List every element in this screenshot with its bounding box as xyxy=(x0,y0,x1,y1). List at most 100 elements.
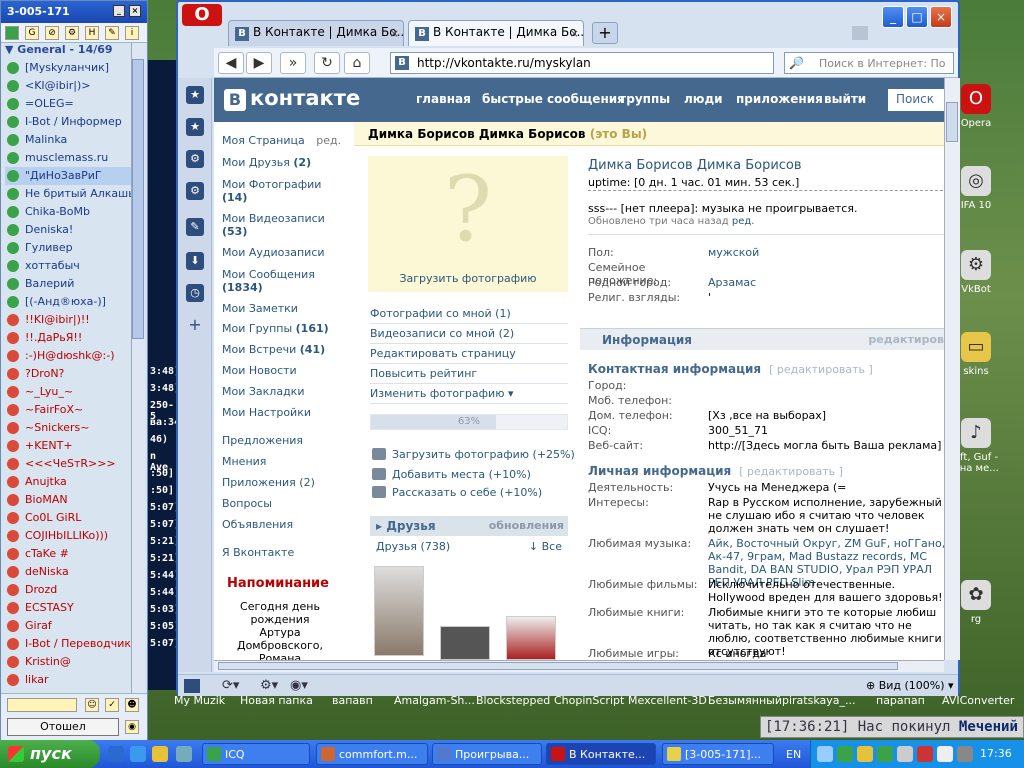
contact-item[interactable]: deNiska xyxy=(5,563,131,581)
bookmarks-icon[interactable]: ★ xyxy=(186,118,204,136)
menu-opinions[interactable]: Мнения xyxy=(222,455,266,468)
folder-icon[interactable] xyxy=(176,746,192,762)
menu-videos[interactable]: Мои Видеозаписи (53) xyxy=(222,212,325,238)
menu-about[interactable]: Я Вконтакте xyxy=(222,546,294,559)
contact-item[interactable]: COJIHbILLIKo))) xyxy=(5,527,131,545)
add-panel-icon[interactable]: + xyxy=(186,316,204,334)
search-input[interactable]: 🔎 Поиск в Интернет: По xyxy=(784,52,954,74)
widgets-icon[interactable]: ⚙ xyxy=(186,150,204,168)
notes-icon[interactable]: ✎ xyxy=(186,218,204,236)
reload-button[interactable]: ↻ xyxy=(314,52,340,74)
tray-icon[interactable] xyxy=(877,746,893,762)
language-indicator[interactable]: EN xyxy=(786,748,801,761)
contact-item[interactable]: Anujtka xyxy=(5,473,131,491)
nav-people[interactable]: люди xyxy=(684,92,723,106)
contact-item[interactable]: Гуливер xyxy=(5,239,131,257)
g-icon[interactable]: G xyxy=(25,26,39,40)
contact-item[interactable]: Kristin@ xyxy=(5,653,131,671)
check-icon[interactable]: ✓ xyxy=(105,698,119,712)
bonus-tell-about[interactable]: Рассказать о себе (+10%) xyxy=(370,486,542,499)
contact-item[interactable]: Chika-BoMb xyxy=(5,203,131,221)
contact-item[interactable]: [(-Анд®юха-)] xyxy=(5,293,131,311)
photos-with-me-link[interactable]: Фотографии со мной (1) xyxy=(370,304,568,324)
scrollbar-thumb[interactable] xyxy=(218,662,898,670)
scrollbar-thumb[interactable] xyxy=(946,102,958,142)
forward-button[interactable]: ▶ xyxy=(246,52,272,74)
menu-events[interactable]: Мои Встречи (41) xyxy=(222,343,325,356)
h-icon[interactable]: H xyxy=(85,26,99,40)
menu-friends[interactable]: Мои Друзья (2) xyxy=(222,156,311,169)
task-icq[interactable]: ICQ xyxy=(202,743,310,765)
contact-item[interactable]: likar xyxy=(5,671,131,689)
contact-item[interactable]: =OLEG= xyxy=(5,95,131,113)
address-bar[interactable]: Bhttp://vkontakte.ru/myskylan xyxy=(390,52,774,74)
contact-item[interactable]: Не бритый Алкашь xyxy=(5,185,131,203)
tab-vk-2[interactable]: BВ Контакте | Димка Бо... × xyxy=(408,20,584,46)
vk-search-field[interactable]: Поиск xyxy=(888,89,944,111)
contact-item[interactable]: ECSTASY xyxy=(5,599,131,617)
tray-icon[interactable] xyxy=(957,746,973,762)
nav-apps[interactable]: приложения xyxy=(736,92,823,106)
ie-icon[interactable] xyxy=(130,746,146,762)
menu-bookmarks[interactable]: Мои Закладки xyxy=(222,385,304,398)
minimize-button[interactable]: _ xyxy=(113,5,125,17)
field-value[interactable]: Арзамас xyxy=(708,276,944,289)
personal-edit-link[interactable]: [ редактировать ] xyxy=(739,465,843,478)
status-button[interactable]: Отошел xyxy=(7,718,119,736)
tray-icon[interactable] xyxy=(817,746,833,762)
contact-item[interactable]: +KENT+ xyxy=(5,437,131,455)
zoom-control[interactable]: ⊕ Вид (100%) ▾ xyxy=(866,679,954,692)
opera-menu-button[interactable]: O xyxy=(182,4,222,26)
contact-item[interactable]: ~_Lyu_~ xyxy=(5,383,131,401)
panel-toggle-icon[interactable] xyxy=(184,679,200,693)
upload-photo-link[interactable]: Загрузить фотографию xyxy=(368,272,568,285)
back-button[interactable]: ◀ xyxy=(218,52,244,74)
friends-updates-link[interactable]: обновления xyxy=(489,519,564,532)
tray-icon[interactable] xyxy=(897,746,913,762)
page-vertical-scrollbar[interactable] xyxy=(944,78,960,660)
friends-all-link[interactable]: ↓ Все xyxy=(529,540,562,553)
block-icon[interactable]: ⊘ xyxy=(45,26,59,40)
raise-rating-link[interactable]: Повысить рейтинг xyxy=(370,364,568,384)
contact-item[interactable]: Drozd xyxy=(5,581,131,599)
status-icon[interactable] xyxy=(5,26,19,40)
contact-item[interactable]: ~Snickers~ xyxy=(5,419,131,437)
close-icon[interactable]: × xyxy=(570,27,579,40)
eye-icon[interactable]: ◉ xyxy=(125,720,139,734)
info-icon[interactable]: i xyxy=(125,26,139,40)
contact-item[interactable]: <<<ЧeSтR>>> xyxy=(5,455,131,473)
downloads-icon[interactable]: ⬇ xyxy=(186,252,204,270)
contact-item[interactable]: [Myskyланчик] xyxy=(5,59,131,77)
contact-item[interactable]: хоттабыч xyxy=(5,257,131,275)
show-desktop-icon[interactable] xyxy=(108,746,124,762)
sync-icon[interactable]: ⟳▾ xyxy=(222,678,239,693)
transfers-icon[interactable]: ⚙ xyxy=(186,182,204,200)
menu-audio[interactable]: Мои Аудиозаписи xyxy=(222,246,325,259)
edit-page-link[interactable]: Редактировать страницу xyxy=(370,344,568,364)
nav-messages[interactable]: быстрые сообщения xyxy=(482,92,625,106)
contact-item[interactable]: ?DroN? xyxy=(5,365,131,383)
bookmarks-icon[interactable]: ★ xyxy=(186,86,204,104)
contact-group-header[interactable]: ▼ General - 14/69 xyxy=(5,43,129,59)
contact-item[interactable]: Валерий xyxy=(5,275,131,293)
nav-home[interactable]: главная xyxy=(416,92,471,106)
close-icon[interactable]: × xyxy=(390,27,399,40)
home-button[interactable]: ⌂ xyxy=(344,52,370,74)
contact-item[interactable]: BioMAN xyxy=(5,491,131,509)
scrollbar-thumb[interactable] xyxy=(132,59,144,339)
menu-apps[interactable]: Приложения (2) xyxy=(222,476,315,489)
contact-item[interactable]: I-Bot / Информер xyxy=(5,113,131,131)
contact-item[interactable]: :-)H@dюshk@:-) xyxy=(5,347,131,365)
contact-item[interactable]: Co0L GiRL xyxy=(5,509,131,527)
vk-logo[interactable]: Bконтакте xyxy=(224,86,364,114)
menu-ads[interactable]: Объявления xyxy=(222,518,293,531)
menu-settings[interactable]: Мои Настройки xyxy=(222,406,311,419)
friend-photo[interactable] xyxy=(440,626,490,660)
tray-icon[interactable] xyxy=(917,746,933,762)
contact-item[interactable]: <KI@ibir|)> xyxy=(5,77,131,95)
menu-button[interactable] xyxy=(7,698,77,712)
menu-my-page[interactable]: Моя Страница ред. xyxy=(222,134,341,147)
nav-logout[interactable]: выйти xyxy=(824,92,866,106)
contact-item[interactable]: Deniska! xyxy=(5,221,131,239)
tools-icon[interactable]: ✎ xyxy=(105,26,119,40)
